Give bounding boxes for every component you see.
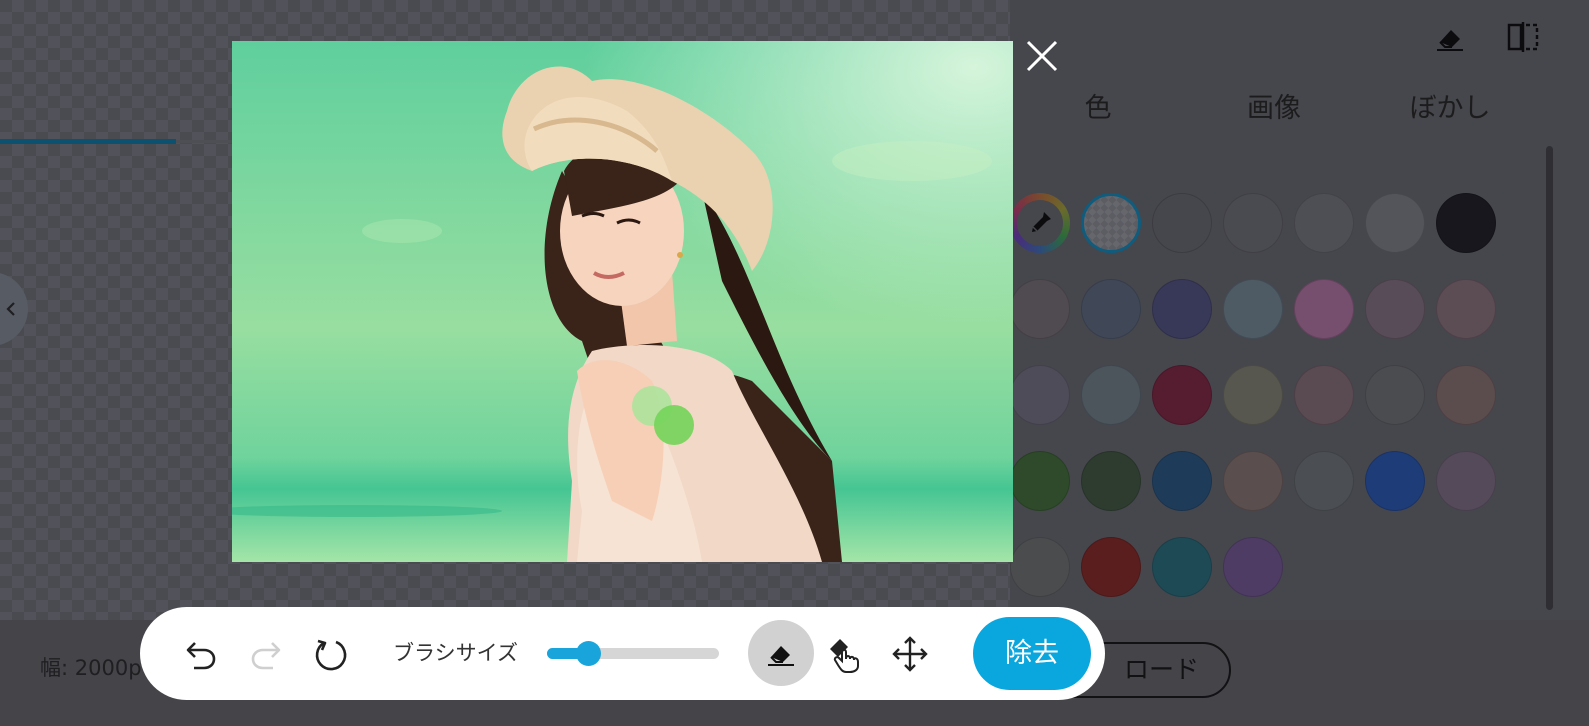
color-swatch[interactable] xyxy=(1010,537,1070,597)
color-swatch[interactable] xyxy=(1223,365,1283,425)
eyedropper-icon xyxy=(1032,212,1051,232)
color-swatch[interactable] xyxy=(1081,279,1141,339)
photo-canvas[interactable] xyxy=(232,41,1013,562)
tab-color[interactable]: 色 xyxy=(1010,78,1186,144)
brush-size-handle[interactable] xyxy=(576,641,602,666)
image-size-text: 幅: 2000p xyxy=(40,656,142,680)
reset-button[interactable] xyxy=(312,635,350,673)
color-swatch[interactable] xyxy=(1365,365,1425,425)
color-swatch[interactable] xyxy=(1294,365,1354,425)
color-swatch[interactable] xyxy=(1010,279,1070,339)
remove-button[interactable]: 除去 xyxy=(973,617,1091,690)
close-icon xyxy=(1026,40,1058,72)
photo-illustration xyxy=(232,41,1013,562)
erase-brush-button[interactable] xyxy=(748,620,814,686)
color-swatch[interactable] xyxy=(1436,365,1496,425)
color-swatch[interactable] xyxy=(1365,279,1425,339)
color-swatch[interactable] xyxy=(1223,451,1283,511)
color-swatch[interactable] xyxy=(1294,451,1354,511)
undo-icon xyxy=(186,642,216,670)
background-tabs: 色 画像 ぼかし xyxy=(1010,78,1540,144)
color-swatch[interactable] xyxy=(1223,279,1283,339)
restore-brush-icon xyxy=(830,639,859,673)
brush-size-slider[interactable] xyxy=(547,641,719,666)
color-swatch[interactable] xyxy=(1436,451,1496,511)
reset-icon xyxy=(315,639,347,671)
color-swatch[interactable] xyxy=(1294,279,1354,339)
swatch-transparent[interactable] xyxy=(1081,193,1141,253)
restore-brush-button[interactable] xyxy=(826,635,864,673)
color-swatch[interactable] xyxy=(1010,365,1070,425)
active-tab-indicator xyxy=(0,139,176,144)
panel-scrollbar[interactable] xyxy=(1546,146,1553,610)
color-swatch[interactable] xyxy=(1152,451,1212,511)
color-swatch[interactable] xyxy=(1010,451,1070,511)
color-swatch[interactable] xyxy=(1081,365,1141,425)
color-swatch[interactable] xyxy=(1152,365,1212,425)
brush-toolbar: ブラシサイズ 除去 xyxy=(140,607,1105,700)
color-swatch[interactable] xyxy=(1223,537,1283,597)
color-swatch[interactable] xyxy=(1436,279,1496,339)
tab-blur[interactable]: ぼかし xyxy=(1362,78,1538,144)
color-swatch[interactable] xyxy=(1294,193,1354,253)
compare-split-icon xyxy=(1507,22,1539,52)
color-swatch[interactable] xyxy=(1152,193,1212,253)
color-swatch[interactable] xyxy=(1081,451,1141,511)
chevron-left-icon xyxy=(6,302,15,316)
color-swatch[interactable] xyxy=(1223,193,1283,253)
tab-image[interactable]: 画像 xyxy=(1186,78,1362,144)
color-swatch[interactable] xyxy=(1365,451,1425,511)
move-button[interactable] xyxy=(891,635,929,673)
compare-button[interactable] xyxy=(1506,20,1540,54)
redo-icon xyxy=(251,642,281,670)
color-swatch[interactable] xyxy=(1436,193,1496,253)
brush-size-label: ブラシサイズ xyxy=(393,641,518,665)
color-swatch[interactable] xyxy=(1081,537,1141,597)
eraser-icon xyxy=(1437,30,1463,51)
move-icon xyxy=(892,636,928,672)
color-swatch[interactable] xyxy=(1365,193,1425,253)
undo-button[interactable] xyxy=(182,635,220,673)
close-modal-button[interactable] xyxy=(1023,37,1061,75)
color-swatch[interactable] xyxy=(1152,537,1212,597)
eyedropper-inner xyxy=(1017,200,1063,246)
eraser-icon xyxy=(768,646,794,666)
redo-button[interactable] xyxy=(247,635,285,673)
color-swatch[interactable] xyxy=(1152,279,1212,339)
eraser-tool-button[interactable] xyxy=(1433,20,1467,54)
eyedropper-swatch[interactable] xyxy=(1010,193,1070,253)
